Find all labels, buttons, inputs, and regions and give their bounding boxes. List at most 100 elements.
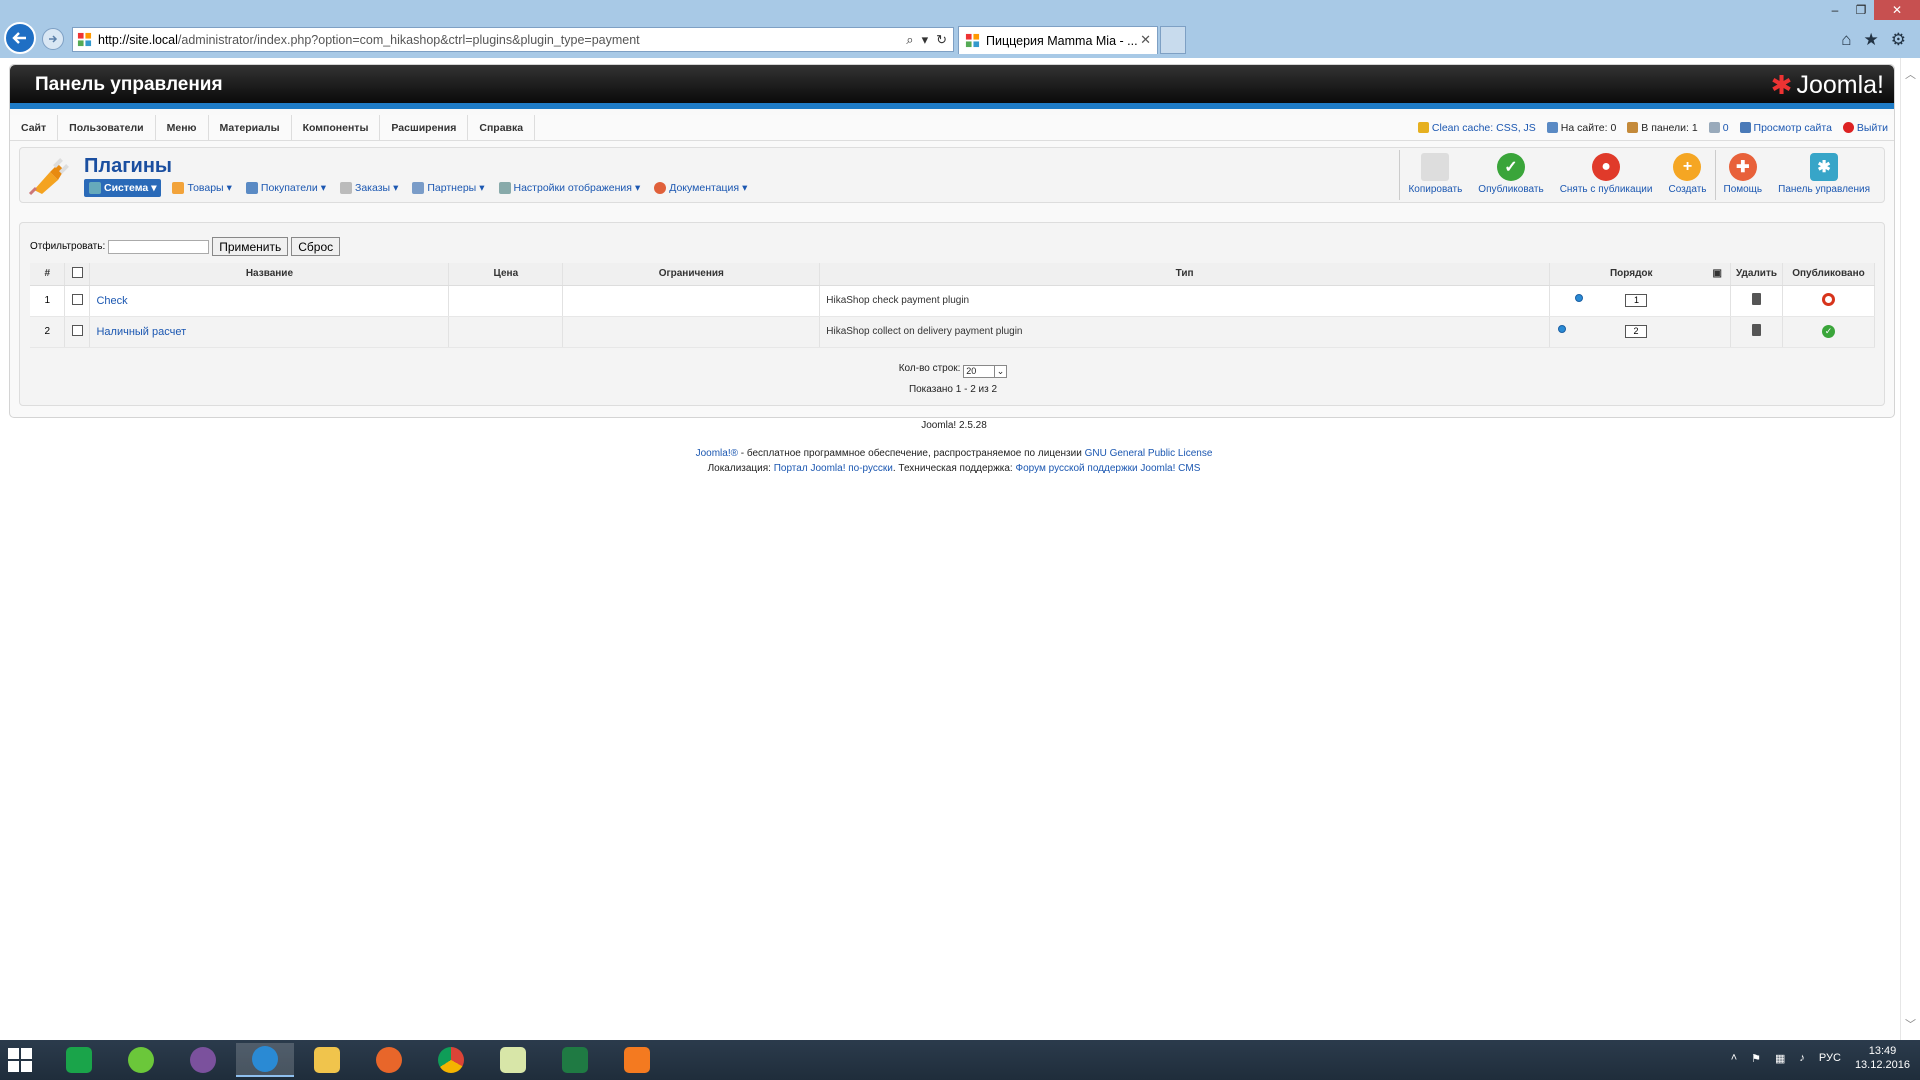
- close-window-icon[interactable]: ✕: [1874, 0, 1920, 20]
- taskbar-xampp-app[interactable]: [608, 1043, 666, 1077]
- col-price[interactable]: Цена: [448, 263, 564, 286]
- scroll-down-icon[interactable]: ﹀: [1905, 1016, 1916, 1032]
- reset-button[interactable]: Сброс: [291, 237, 341, 256]
- submenu-orders[interactable]: Заказы ▾: [337, 179, 401, 197]
- col-order[interactable]: Порядок ▣: [1549, 263, 1731, 286]
- taskbar-excel-app[interactable]: [546, 1043, 604, 1077]
- favorites-star-icon[interactable]: ★: [1864, 30, 1879, 50]
- back-button[interactable]: [4, 22, 36, 54]
- menu-menus[interactable]: Меню: [156, 115, 209, 141]
- menu-users[interactable]: Пользователи: [58, 115, 156, 141]
- menu-site[interactable]: Сайт: [10, 115, 59, 141]
- apply-button[interactable]: Применить: [212, 237, 289, 256]
- order-cell: 1: [1549, 285, 1731, 317]
- view-site-link[interactable]: Просмотр сайта: [1739, 122, 1832, 134]
- publish-button[interactable]: ✓ Опубликовать: [1470, 150, 1551, 200]
- taskbar-notepad-app[interactable]: [484, 1043, 542, 1077]
- messages-link[interactable]: 0: [1708, 122, 1729, 134]
- col-restrictions[interactable]: Ограничения: [562, 263, 821, 286]
- minimize-icon[interactable]: –: [1822, 0, 1848, 20]
- menu-help[interactable]: Справка: [468, 115, 536, 141]
- browser-tab[interactable]: Пиццерия Mamma Mia - ... ✕: [958, 26, 1158, 54]
- joomla-link[interactable]: Joomla!®: [696, 448, 738, 459]
- filter-input[interactable]: [108, 239, 210, 254]
- row-checkbox[interactable]: [71, 324, 83, 336]
- taskbar-viber-app[interactable]: [174, 1043, 232, 1077]
- taskbar-ie-app[interactable]: [236, 1043, 294, 1077]
- copy-button[interactable]: Копировать: [1399, 150, 1470, 200]
- plugin-type: HikaShop check payment plugin: [819, 285, 1551, 317]
- submenu-system[interactable]: Система ▾: [84, 179, 162, 197]
- logout-icon: [1842, 122, 1854, 133]
- submenu-customers-label: Покупатели: [260, 182, 318, 194]
- submenu-partners[interactable]: Партнеры ▾: [409, 179, 487, 197]
- gpl-link[interactable]: GNU General Public License: [1085, 448, 1213, 459]
- search-icon[interactable]: ⌕: [906, 32, 913, 48]
- order-input[interactable]: 1: [1625, 294, 1648, 307]
- select-all-checkbox[interactable]: [71, 266, 83, 278]
- move-down-icon[interactable]: [1575, 294, 1584, 302]
- unpublish-button[interactable]: ● Снять с публикации: [1552, 150, 1661, 200]
- trash-icon[interactable]: [1751, 293, 1761, 305]
- taskbar-firefox-app[interactable]: [360, 1043, 418, 1077]
- order-input[interactable]: 2: [1624, 325, 1647, 338]
- col-name[interactable]: Название: [89, 263, 450, 286]
- license-text: - бесплатное программное обеспечение, ра…: [737, 448, 1085, 459]
- scroll-up-icon[interactable]: ︿: [1905, 66, 1916, 82]
- clean-cache-link[interactable]: Clean cache: CSS, JS: [1417, 122, 1536, 134]
- help-button[interactable]: ✚ Помощь: [1714, 150, 1771, 200]
- menu-content[interactable]: Материалы: [209, 115, 292, 141]
- rows-per-page-select[interactable]: 20 ⌄: [963, 365, 1008, 378]
- home-icon[interactable]: ⌂: [1841, 30, 1851, 50]
- support-forum-link[interactable]: Форум русской поддержки Joomla! CMS: [1016, 463, 1201, 474]
- col-published[interactable]: Опубликовано: [1782, 263, 1876, 286]
- published-check-icon[interactable]: ✓: [1821, 325, 1835, 338]
- move-up-icon[interactable]: [1558, 325, 1567, 333]
- submenu-customers[interactable]: Покупатели ▾: [243, 179, 329, 197]
- joomla-portal-link[interactable]: Портал Joomla! по-русски: [774, 463, 893, 474]
- new-tab-button[interactable]: [1160, 26, 1186, 54]
- delete-cell: [1730, 285, 1783, 317]
- refresh-icon[interactable]: ↻: [936, 32, 947, 48]
- table-row: 1 Check HikaShop check payment plugin 1: [30, 285, 1876, 317]
- trash-icon[interactable]: [1751, 324, 1761, 336]
- vertical-scrollbar[interactable]: ︿ ﹀: [1900, 58, 1920, 1040]
- volume-icon[interactable]: ♪: [1799, 1052, 1805, 1064]
- start-button[interactable]: [8, 1048, 32, 1072]
- create-button[interactable]: + Создать: [1660, 150, 1714, 200]
- chevron-down-icon[interactable]: ▾: [922, 32, 929, 48]
- plugin-name-link[interactable]: Наличный расчет: [89, 316, 450, 348]
- menu-components[interactable]: Компоненты: [292, 115, 381, 141]
- taskbar-explorer-app[interactable]: [298, 1043, 356, 1077]
- settings-gear-icon[interactable]: ⚙: [1891, 30, 1906, 50]
- logout-link[interactable]: Выйти: [1842, 122, 1888, 134]
- submenu-products[interactable]: Товары ▾: [169, 179, 234, 197]
- close-tab-icon[interactable]: ✕: [1140, 32, 1151, 48]
- submenu-display[interactable]: Настройки отображения ▾: [496, 179, 644, 197]
- plugin-name-link[interactable]: Check: [89, 285, 450, 317]
- submenu-docs[interactable]: Документация ▾: [651, 179, 750, 197]
- browser-toolbar-icons: ⌂ ★ ⚙: [1841, 30, 1906, 50]
- control-panel-button[interactable]: ✱ Панель управления: [1770, 150, 1878, 200]
- menu-extensions[interactable]: Расширения: [380, 115, 469, 141]
- address-bar[interactable]: http://site.local/administrator/index.ph…: [72, 27, 954, 52]
- taskbar-store-app[interactable]: [50, 1043, 108, 1077]
- taskbar-icq-app[interactable]: [112, 1043, 170, 1077]
- unpublished-icon[interactable]: [1821, 292, 1835, 306]
- row-checkbox[interactable]: [71, 293, 83, 305]
- action-center-flag-icon[interactable]: ⚑: [1751, 1052, 1761, 1065]
- restore-icon[interactable]: ❐: [1848, 0, 1874, 20]
- save-order-icon[interactable]: ▣: [1713, 268, 1722, 279]
- clock[interactable]: 13:49 13.12.2016: [1855, 1044, 1910, 1072]
- lifebuoy-icon: [654, 182, 667, 194]
- col-type[interactable]: Тип: [819, 263, 1551, 286]
- users-icon: [1546, 122, 1558, 133]
- filter-bar: Отфильтровать: Применить Сброс: [30, 237, 341, 256]
- taskbar-chrome-app[interactable]: [422, 1043, 480, 1077]
- submenu-docs-label: Документация: [669, 182, 740, 194]
- language-indicator[interactable]: РУС: [1819, 1052, 1841, 1064]
- create-label: Создать: [1668, 184, 1707, 195]
- tray-expand-icon[interactable]: ˄: [1731, 1052, 1737, 1064]
- forward-button[interactable]: [42, 28, 64, 50]
- network-icon[interactable]: ▦: [1775, 1052, 1785, 1065]
